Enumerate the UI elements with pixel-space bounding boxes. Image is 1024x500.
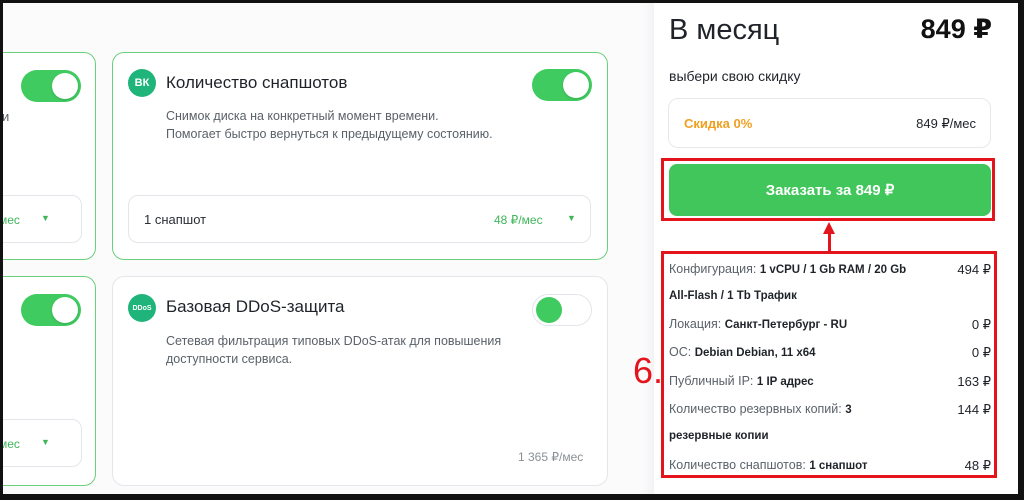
spec-value: Debian Debian, 11 x64 — [694, 347, 816, 359]
spec-value: 3 — [845, 404, 852, 416]
ddos-toggle[interactable] — [532, 294, 592, 326]
toggle-knob — [52, 297, 78, 323]
spec-row-ip: Публичный IP: 1 IP адрес 163 ₽ — [669, 374, 991, 389]
select-price: ₽/мес — [3, 437, 20, 451]
chevron-down-icon: ▼ — [567, 213, 576, 223]
discount-price: 849 ₽/мес — [916, 116, 976, 131]
spec-label: Локация: — [669, 317, 725, 331]
desc-line: доступности сервиса. — [166, 352, 293, 366]
card-desc-fragment: и — [3, 109, 10, 124]
discount-label: Скидка 0% — [684, 116, 753, 131]
spec-row-location: Локация: Санкт-Петербург - RU 0 ₽ — [669, 317, 991, 332]
desc-line: Помогает быстро вернуться к предыдущему … — [166, 127, 493, 141]
card-title: Количество снапшотов — [166, 73, 348, 92]
toggle-switch[interactable] — [21, 70, 81, 102]
spec-label: Конфигурация: — [669, 262, 760, 276]
spec-row-backups: Количество резервных копий: 3 144 ₽ — [669, 402, 991, 417]
chevron-down-icon: ▼ — [41, 437, 50, 447]
spec-price: 0 ₽ — [971, 317, 991, 332]
summary-title: В месяц — [669, 14, 780, 46]
chevron-down-icon: ▼ — [41, 213, 50, 223]
spec-price: 48 ₽ — [964, 458, 991, 473]
snapshots-card: ВК Количество снапшотов Снимок диска на … — [112, 52, 608, 260]
annotation-highlight-specs — [661, 251, 997, 478]
select-value: 1 снапшот — [144, 212, 207, 227]
snapshots-toggle[interactable] — [532, 69, 592, 101]
discount-selector[interactable]: Скидка 0% 849 ₽/мес — [668, 98, 991, 148]
ddos-badge-icon: DDoS — [128, 294, 156, 322]
card-description: Снимок диска на конкретный момент времен… — [166, 107, 493, 143]
select-price: 48 ₽/мес — [494, 213, 543, 227]
ddos-price: 1 365 ₽/мес — [518, 450, 584, 464]
spec-row-config: Конфигурация: 1 vCPU / 1 Gb RAM / 20 Gb … — [669, 262, 991, 277]
spec-label: ОС: — [669, 345, 695, 359]
spec-price: 494 ₽ — [957, 262, 991, 277]
spec-label: Количество снапшотов: — [669, 458, 810, 472]
discount-prompt: выбери свою скидку — [669, 68, 801, 84]
spec-value: 1 снапшот — [809, 460, 868, 472]
desc-line: Сетевая фильтрация типовых DDoS-атак для… — [166, 334, 502, 348]
spec-row-snapshots: Количество снапшотов: 1 снапшот 48 ₽ — [669, 458, 991, 473]
plan-select[interactable]: ₽/мес ▼ — [3, 195, 82, 243]
annotation-step-number: 6. — [633, 350, 664, 391]
spec-continuation: резервные копии — [669, 430, 769, 442]
toggle-knob — [52, 73, 78, 99]
spec-label: Количество резервных копий: — [669, 402, 846, 416]
card-description: Сетевая фильтрация типовых DDoS-атак для… — [166, 332, 501, 368]
spec-value: 1 vCPU / 1 Gb RAM / 20 Gb — [759, 264, 907, 276]
annotation-arrow — [828, 232, 831, 252]
spec-price: 0 ₽ — [971, 345, 991, 360]
spec-value: Санкт-Петербург - RU — [724, 319, 848, 331]
spec-price: 144 ₽ — [957, 402, 991, 417]
option-card-partial-bottom: ₽/мес ▼ — [3, 276, 96, 486]
toggle-switch[interactable] — [21, 294, 81, 326]
spec-continuation: All-Flash / 1 Tb Трафик — [669, 290, 797, 302]
toggle-knob — [536, 297, 562, 323]
desc-line: Снимок диска на конкретный момент времен… — [166, 109, 439, 123]
spec-row-os: ОС: Debian Debian, 11 x64 0 ₽ — [669, 345, 991, 360]
snapshot-badge-icon: ВК — [128, 69, 156, 97]
summary-total: 849 ₽ — [920, 14, 992, 44]
spec-value: 1 IP адрес — [756, 376, 814, 388]
spec-label: Публичный IP: — [669, 374, 757, 388]
card-title: Базовая DDoS-защита — [166, 297, 345, 316]
annotation-arrow-head-icon — [823, 222, 835, 234]
snapshots-select[interactable]: 1 снапшот 48 ₽/мес ▼ — [128, 195, 591, 243]
option-card-partial-top: и ₽/мес ▼ — [3, 52, 96, 260]
select-price: ₽/мес — [3, 213, 20, 227]
toggle-knob — [563, 72, 589, 98]
plan-select[interactable]: ₽/мес ▼ — [3, 419, 82, 467]
annotation-highlight-button — [661, 158, 995, 221]
spec-price: 163 ₽ — [957, 374, 991, 389]
ddos-card: DDoS Базовая DDoS-защита Сетевая фильтра… — [112, 276, 608, 486]
